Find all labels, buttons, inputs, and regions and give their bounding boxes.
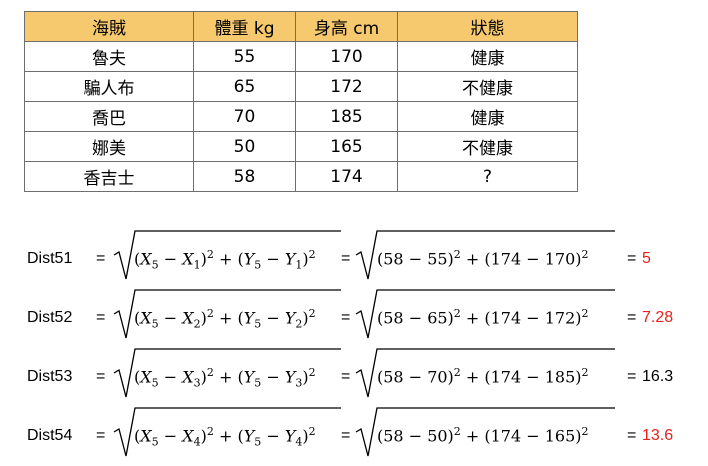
equals-sign: = [627, 250, 637, 267]
value-a: 58 [383, 367, 404, 387]
general-formula: (X5 − X4)2 + (Y5 − Y4)2 [134, 425, 316, 449]
distance-label: Dist53 [27, 368, 73, 385]
general-formula: (X5 − X1)2 + (Y5 − Y1)2 [134, 248, 316, 272]
distance-row: Dist54 = (X5 − X4)2 + (Y5 − Y4)2 = (58 −… [0, 406, 708, 466]
cell-name: 騙人布 [24, 71, 194, 102]
distance-result: 13.6 [642, 427, 674, 444]
cell-weight: 70 [193, 101, 296, 132]
value-formula: (58 − 50)2 + (174 − 165)2 [377, 425, 589, 446]
value-c: 174 [490, 249, 522, 269]
equals-sign: = [341, 250, 351, 267]
header-status: 狀態 [397, 11, 578, 42]
table-row: 魯夫 55 170 健康 [24, 41, 578, 72]
distance-row: Dist51 = (X5 − X1)2 + (Y5 − Y1)2 = (58 −… [0, 229, 708, 289]
header-height: 身高 cm [295, 11, 398, 42]
equals-sign: = [341, 368, 351, 385]
cell-name: 娜美 [24, 131, 194, 162]
header-weight: 體重 kg [193, 11, 296, 42]
value-c: 174 [490, 426, 522, 446]
header-pirate: 海賊 [24, 11, 194, 42]
pirate-table: 海賊 體重 kg 身高 cm 狀態 魯夫 55 170 健康 騙人布 65 17… [24, 11, 578, 192]
value-b: 50 [427, 426, 448, 446]
cell-name: 魯夫 [24, 41, 194, 72]
value-a: 58 [383, 249, 404, 269]
equals-sign: = [341, 427, 351, 444]
cell-height: 165 [295, 131, 398, 162]
value-formula: (58 − 65)2 + (174 − 172)2 [377, 307, 589, 328]
general-formula: (X5 − X3)2 + (Y5 − Y3)2 [134, 366, 316, 390]
cell-height: 185 [295, 101, 398, 132]
cell-name: 香吉士 [24, 161, 194, 192]
cell-height: 170 [295, 41, 398, 72]
value-a: 58 [383, 308, 404, 328]
cell-weight: 58 [193, 161, 296, 192]
cell-status: 不健康 [397, 131, 578, 162]
cell-weight: 50 [193, 131, 296, 162]
equals-sign: = [96, 368, 106, 385]
value-c: 174 [490, 308, 522, 328]
index-sub: 4 [295, 435, 303, 449]
distance-result: 16.3 [642, 368, 674, 385]
general-formula: (X5 − X2)2 + (Y5 − Y2)2 [134, 307, 316, 331]
index-sub: 1 [295, 258, 303, 272]
equals-sign: = [341, 309, 351, 326]
cell-height: 172 [295, 71, 398, 102]
index-sub: 1 [193, 258, 201, 272]
distance-label: Dist54 [27, 427, 73, 444]
cell-status: 健康 [397, 101, 578, 132]
value-b: 55 [427, 249, 448, 269]
value-d: 185 [544, 367, 576, 387]
table-row: 香吉士 58 174 ? [24, 161, 578, 192]
equals-sign: = [96, 250, 106, 267]
table-row: 騙人布 65 172 不健康 [24, 71, 578, 102]
value-b: 65 [427, 308, 448, 328]
value-formula: (58 − 55)2 + (174 − 170)2 [377, 248, 589, 269]
cell-name: 喬巴 [24, 101, 194, 132]
cell-status: 健康 [397, 41, 578, 72]
value-b: 70 [427, 367, 448, 387]
index-sub: 2 [193, 317, 201, 331]
value-d: 165 [544, 426, 576, 446]
distance-row: Dist52 = (X5 − X2)2 + (Y5 − Y2)2 = (58 −… [0, 288, 708, 348]
value-d: 172 [544, 308, 576, 328]
distance-label: Dist51 [27, 250, 73, 267]
value-formula: (58 − 70)2 + (174 − 185)2 [377, 366, 589, 387]
equals-sign: = [627, 368, 637, 385]
index-sub: 2 [295, 317, 303, 331]
table-header-row: 海賊 體重 kg 身高 cm 狀態 [24, 11, 578, 42]
distance-result: 7.28 [642, 309, 674, 326]
equals-sign: = [96, 309, 106, 326]
equals-sign: = [96, 427, 106, 444]
equals-sign: = [627, 309, 637, 326]
cell-weight: 65 [193, 71, 296, 102]
equals-sign: = [627, 427, 637, 444]
index-sub: 3 [295, 376, 303, 390]
table-row: 娜美 50 165 不健康 [24, 131, 578, 162]
distance-row: Dist53 = (X5 − X3)2 + (Y5 − Y3)2 = (58 −… [0, 347, 708, 407]
cell-height: 174 [295, 161, 398, 192]
value-a: 58 [383, 426, 404, 446]
table-row: 喬巴 70 185 健康 [24, 101, 578, 132]
index-sub: 3 [193, 376, 201, 390]
value-c: 174 [490, 367, 522, 387]
distance-label: Dist52 [27, 309, 73, 326]
value-d: 170 [544, 249, 576, 269]
index-sub: 4 [193, 435, 201, 449]
cell-status: ? [397, 161, 578, 192]
cell-status: 不健康 [397, 71, 578, 102]
distance-result: 5 [642, 250, 651, 267]
cell-weight: 55 [193, 41, 296, 72]
